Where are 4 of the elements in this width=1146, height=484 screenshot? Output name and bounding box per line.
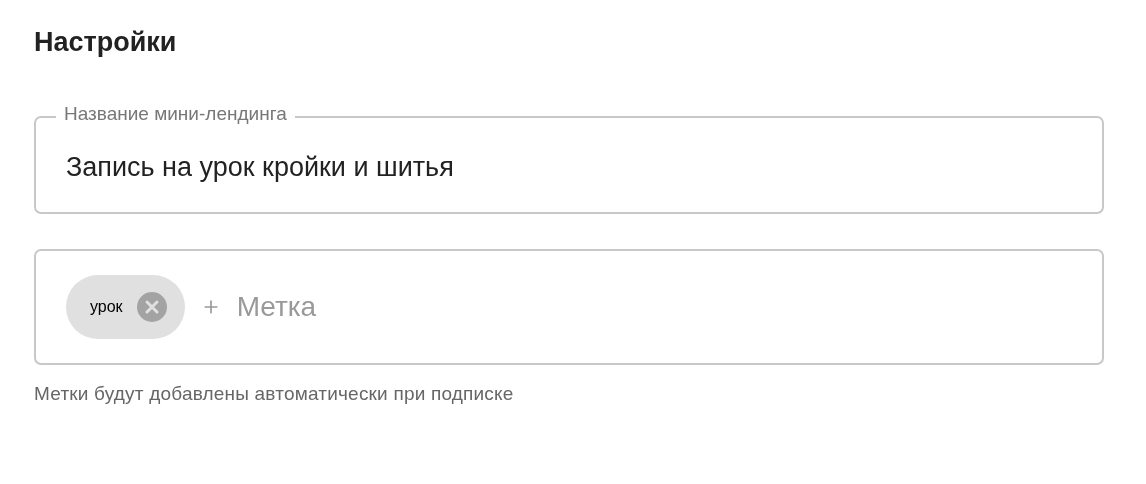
- remove-icon[interactable]: [136, 292, 167, 322]
- section-title: Настройки: [34, 26, 178, 59]
- helper-text: Метки будут добавлены автоматически при подписке: [34, 383, 515, 405]
- tag-chip[interactable]: урок: [66, 275, 185, 339]
